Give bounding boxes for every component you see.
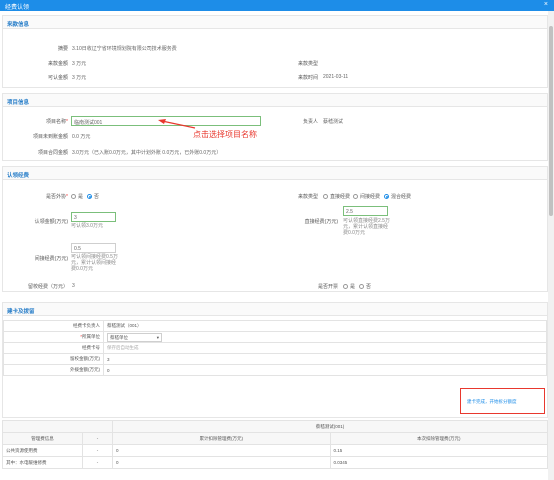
fund-type-indirect-radio[interactable]: 间接经费 [353, 193, 380, 200]
fund-type-label: 来款类型 [297, 194, 318, 200]
claim-amount-input[interactable]: 3 [71, 212, 116, 222]
annotation-text: 点击选择项目名称 [193, 130, 257, 139]
income-time-value: 2021-03-11 [323, 74, 349, 80]
amount-label: 来款金额 [47, 61, 68, 67]
school-funds-label: 留校经费（万元） [27, 284, 68, 290]
school-amount-value: 3 [103, 353, 547, 365]
fee-row-name: 其中：水电暖维修费 [2, 456, 83, 469]
scrollbar[interactable] [548, 11, 554, 480]
indirect-label: 间接经费(万元) [34, 256, 68, 262]
outsourced-yes-radio[interactable]: 是 [71, 193, 83, 200]
fee-row-dash: - [82, 456, 113, 469]
fee-header-dash: - [82, 432, 113, 445]
invoice-no-radio[interactable]: 否 [359, 283, 371, 290]
fee-header-info: 管理费信息 [2, 432, 83, 445]
project-name-label: 项目名称* [46, 119, 68, 125]
card-section-header: 建卡及拨留 [3, 303, 547, 316]
holder-label: 经费卡负责人 [3, 320, 104, 332]
fee-row-name: 公共资源使用费 [2, 444, 83, 457]
income-section-header: 来款信息 [3, 16, 547, 29]
summary-value: 3.10日收辽宁省环境规划院有限公司技术服务费 [72, 46, 177, 52]
cardno-label: 经费卡号 [3, 342, 104, 354]
project-section-title: 项目信息 [7, 100, 30, 106]
fee-row-cumulative: 0 [112, 444, 331, 457]
indirect-hint: 可认领间接经费0.5万元，累计认领间接经费0.0万元 [71, 254, 118, 272]
contract-label: 项目合同金额 [37, 150, 68, 156]
indirect-input[interactable]: 0.5 [71, 243, 116, 253]
claimable-label: 可认金额 [47, 75, 68, 81]
outsourced-label: 是否外协* [46, 194, 68, 200]
income-section-title: 来款信息 [7, 22, 30, 28]
amount-value: 3 万元 [72, 61, 87, 67]
fund-type-mixed-radio[interactable]: 混合经费 [384, 193, 411, 200]
fee-table: 蔡嵇测试(001) 管理费信息 - 累计扣除管理费(万元) 本次扣除管理费(万元… [2, 420, 548, 469]
unit-cell: 蔡嵇单位 ▾ [103, 331, 547, 343]
out-amount-label: 外拨金额(万元) [3, 364, 104, 376]
table-row: 其中：水电暖维修费 - 0 0.0345 [2, 456, 548, 469]
fee-header-cumulative: 累计扣除管理费(万元) [112, 432, 331, 445]
claim-amount-label: 认领金额(万元) [34, 219, 68, 225]
fee-group-header: 蔡嵇测试(001) [112, 420, 548, 433]
fee-row-dash: - [82, 444, 113, 457]
invoice-yes-radio[interactable]: 是 [343, 283, 355, 290]
finish-card-button[interactable]: 建卡完成，开始拆分额度 [467, 399, 517, 405]
school-amount-label: 留校金额(万元) [3, 353, 104, 365]
outsourced-no-radio[interactable]: 否 [87, 193, 99, 200]
scrollbar-thumb[interactable] [549, 26, 553, 216]
contract-value: 3.0万元（已入账0.0万元，其中计划外账 0.0万元，已外账0.0万元） [72, 150, 222, 156]
claim-amount-hint: 可认领3.0万元 [71, 223, 103, 229]
window-titlebar: 经费认领 × [0, 0, 554, 11]
project-section: 项目信息 项目名称* 临南测试001 负责人 蔡嵇测试 点击选择项目名称 项目未… [2, 93, 548, 161]
card-table: 经费卡负责人 蔡嵇测试（001） *所属单位 蔡嵇单位 ▾ 经费卡号 保存后自动生成 … [3, 320, 547, 376]
fee-table-corner [2, 420, 113, 433]
school-funds-value: 3 [72, 283, 75, 289]
fee-row-current[interactable]: 0.15 [329, 444, 548, 457]
leader-label: 负责人 [302, 119, 318, 125]
income-section: 来款信息 摘要 3.10日收辽宁省环境规划院有限公司技术服务费 来款金额 3 万… [2, 15, 548, 88]
claim-section-header: 认领经费 [3, 167, 547, 180]
unit-select[interactable]: 蔡嵇单位 ▾ [107, 332, 162, 342]
chevron-down-icon: ▾ [156, 334, 159, 340]
unclaimed-label: 项目未到账金额 [32, 134, 68, 140]
fee-header-current: 本次扣除管理费(万元) [329, 432, 548, 445]
direct-input[interactable]: 2.5 [343, 206, 388, 216]
holder-value: 蔡嵇测试（001） [103, 320, 547, 332]
direct-label: 直接经费(万元) [304, 219, 338, 225]
unclaimed-value: 0.0 万元 [72, 134, 91, 140]
card-section-title: 建卡及拨留 [7, 309, 35, 315]
fee-row-current[interactable]: 0.0345 [329, 456, 548, 469]
annotation-arrow-icon [158, 119, 196, 129]
cardno-placeholder: 保存后自动生成 [103, 342, 547, 354]
fund-type-direct-radio[interactable]: 直接经费 [323, 193, 350, 200]
unit-label: *所属单位 [3, 331, 104, 343]
claim-section-title: 认领经费 [7, 173, 30, 179]
invoice-label: 是否开票 [317, 284, 338, 290]
table-row: 公共资源使用费 - 0 0.15 [2, 444, 548, 457]
window-title: 经费认领 [5, 5, 30, 11]
income-time-label: 来款时间 [297, 75, 318, 81]
close-icon[interactable]: × [544, 1, 548, 8]
project-section-header: 项目信息 [3, 94, 547, 107]
direct-hint: 可认领直接经费2.5万元，累计认领直接经费0.0万元 [343, 218, 390, 236]
claim-section: 认领经费 是否外协* 是 否 来款类型 直接经费 间接经费 混合经费 认领金额(… [2, 166, 548, 292]
fee-row-cumulative: 0 [112, 456, 331, 469]
income-type-label: 来款类型 [297, 61, 318, 67]
leader-value: 蔡嵇测试 [323, 119, 344, 125]
summary-label: 摘要 [57, 46, 68, 52]
claimable-value: 3 万元 [72, 75, 87, 81]
out-amount-value: 0 [103, 364, 547, 376]
